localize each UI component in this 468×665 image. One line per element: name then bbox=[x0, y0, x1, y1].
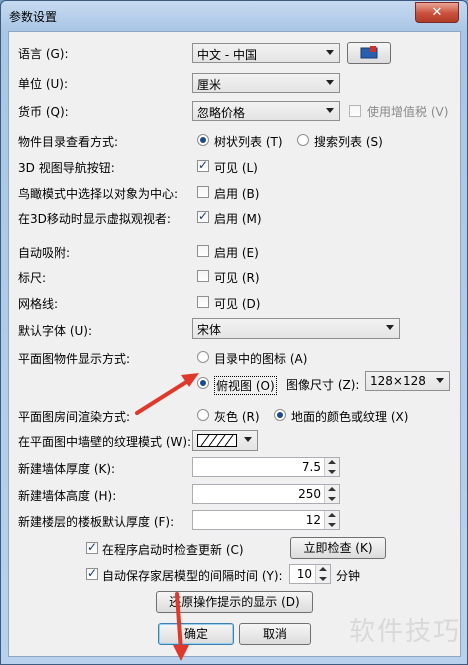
language-label: 语言 (G): bbox=[18, 47, 69, 61]
grid-check-label: 可见 (D) bbox=[214, 297, 261, 311]
vat-checkbox[interactable] bbox=[349, 105, 361, 117]
spinner-arrows-icon[interactable] bbox=[324, 485, 339, 503]
catalog-view-label: 物件目录查看方式: bbox=[18, 135, 119, 149]
hatch-pattern-icon bbox=[197, 434, 237, 447]
close-icon[interactable]: ✕ bbox=[432, 5, 443, 20]
rulers-label: 标尺: bbox=[18, 271, 47, 285]
magnetism-check-label: 启用 (E) bbox=[214, 246, 259, 260]
add-language-button[interactable] bbox=[347, 42, 391, 64]
ok-button[interactable]: 确定 bbox=[158, 623, 234, 645]
language-select[interactable]: 中文 - 中国 bbox=[192, 43, 340, 63]
magnetism-label: 自动吸附: bbox=[18, 246, 71, 260]
autosave-unit: 分钟 bbox=[336, 569, 361, 583]
autosave-checkbox[interactable] bbox=[86, 566, 98, 580]
chevron-down-icon bbox=[326, 50, 334, 55]
tree-list-label: 树状列表 (T) bbox=[214, 135, 283, 149]
search-list-label: 搜索列表 (S) bbox=[314, 135, 383, 149]
plan-furniture-label: 平面图物件显示方式: bbox=[18, 352, 131, 366]
image-size-value: 128×128 bbox=[370, 374, 426, 388]
wall-height-value: 250 bbox=[298, 487, 321, 501]
currency-label: 货币 (Q): bbox=[18, 105, 69, 119]
rulers-checkbox[interactable] bbox=[197, 270, 209, 282]
floor-thickness-label: 新建楼层的楼板默认厚度 (F): bbox=[18, 515, 175, 529]
unit-label: 单位 (U): bbox=[18, 77, 69, 91]
rulers-check-label: 可见 (R) bbox=[214, 271, 260, 285]
close-button[interactable]: ✕ bbox=[415, 2, 459, 23]
currency-value: 忽略价格 bbox=[197, 106, 246, 120]
tree-list-radio[interactable] bbox=[197, 134, 209, 146]
spinner-arrows-icon[interactable] bbox=[324, 458, 339, 476]
virtual-visitor-checkbox[interactable] bbox=[197, 209, 209, 223]
catalog-icon-radio[interactable] bbox=[197, 351, 209, 363]
image-size-select[interactable]: 128×128 bbox=[365, 371, 450, 391]
autosave-interval-spinner[interactable]: 10 bbox=[289, 564, 331, 584]
wall-height-label: 新建墙体高度 (H): bbox=[18, 489, 117, 503]
restore-tips-button[interactable]: 还原操作提示的显示 (D) bbox=[156, 591, 313, 613]
wall-height-spinner[interactable]: 250 bbox=[192, 484, 340, 504]
wall-thickness-label: 新建墙体厚度 (K): bbox=[18, 462, 116, 476]
chevron-down-icon bbox=[386, 325, 394, 330]
settings-dialog: 参数设置 ✕ 语言 (G): 中文 - 中国 单位 (U): 厘米 货币 (Q)… bbox=[0, 0, 468, 665]
cancel-button[interactable]: 取消 bbox=[239, 623, 311, 645]
grid-label: 网格线: bbox=[18, 297, 59, 311]
dialog-body: 语言 (G): 中文 - 中国 单位 (U): 厘米 货币 (Q): 忽略价格 … bbox=[8, 31, 461, 657]
check-updates-checkbox[interactable] bbox=[86, 540, 98, 554]
floor-thickness-spinner[interactable]: 12 bbox=[192, 510, 340, 530]
chevron-down-icon bbox=[244, 437, 252, 442]
nav-3d-checkbox[interactable] bbox=[197, 158, 209, 172]
autosave-interval-value: 10 bbox=[296, 567, 312, 581]
autosave-label: 自动保存家居模型的间隔时间 (Y): bbox=[102, 569, 283, 583]
wall-pattern-select[interactable] bbox=[192, 430, 258, 451]
gray-label: 灰色 (R) bbox=[214, 410, 260, 424]
watermark: 软件技巧 bbox=[348, 617, 461, 647]
floor-thickness-value: 12 bbox=[305, 513, 321, 527]
unit-value: 厘米 bbox=[197, 78, 222, 92]
default-font-select[interactable]: 宋体 bbox=[192, 318, 400, 339]
add-language-icon bbox=[360, 46, 378, 59]
aerial-select-label: 鸟瞰模式中选择以对象为中心: bbox=[18, 187, 179, 201]
unit-select[interactable]: 厘米 bbox=[192, 73, 340, 93]
virtual-visitor-label: 在3D移动时显示虚拟观视者: bbox=[18, 212, 171, 226]
grid-checkbox[interactable] bbox=[197, 296, 209, 308]
top-view-radio[interactable] bbox=[197, 377, 209, 389]
nav-3d-label: 3D 视图导航按钮: bbox=[18, 161, 115, 175]
gray-radio[interactable] bbox=[197, 409, 209, 421]
virtual-visitor-check-label: 启用 (M) bbox=[214, 212, 262, 226]
chevron-down-icon bbox=[436, 378, 444, 383]
floor-color-label: 地面的颜色或纹理 (X) bbox=[291, 410, 409, 424]
aerial-select-check-label: 启用 (B) bbox=[214, 187, 260, 201]
nav-3d-check-label: 可见 (L) bbox=[214, 161, 258, 175]
check-now-button[interactable]: 立即检查 (K) bbox=[290, 537, 386, 559]
wall-thickness-value: 7.5 bbox=[301, 460, 321, 474]
default-font-value: 宋体 bbox=[197, 323, 222, 337]
top-view-label: 俯视图 (O) bbox=[214, 376, 277, 395]
vat-label: 使用增值税 (V) bbox=[367, 105, 449, 119]
chevron-down-icon bbox=[326, 80, 334, 85]
catalog-icon-label: 目录中的图标 (A) bbox=[214, 352, 308, 366]
currency-select[interactable]: 忽略价格 bbox=[192, 101, 340, 121]
spinner-arrows-icon[interactable] bbox=[324, 511, 339, 529]
title-bar: 参数设置 ✕ bbox=[1, 1, 467, 31]
aerial-select-checkbox[interactable] bbox=[197, 186, 209, 198]
default-font-label: 默认字体 (U): bbox=[18, 324, 93, 338]
wall-thickness-spinner[interactable]: 7.5 bbox=[192, 457, 340, 477]
image-size-label: 图像尺寸 (Z): bbox=[286, 378, 360, 392]
check-updates-label: 在程序启动时检查更新 (C) bbox=[102, 543, 244, 557]
room-render-label: 平面图房间渲染方式: bbox=[18, 410, 131, 424]
wall-pattern-label: 在平面图中墙壁的纹理模式 (W): bbox=[18, 435, 192, 449]
dialog-title: 参数设置 bbox=[9, 10, 58, 24]
spinner-arrows-icon[interactable] bbox=[315, 565, 330, 583]
language-value: 中文 - 中国 bbox=[197, 48, 257, 62]
floor-color-radio[interactable] bbox=[274, 409, 286, 421]
magnetism-checkbox[interactable] bbox=[197, 245, 209, 257]
chevron-down-icon bbox=[326, 108, 334, 113]
search-list-radio[interactable] bbox=[297, 134, 309, 146]
